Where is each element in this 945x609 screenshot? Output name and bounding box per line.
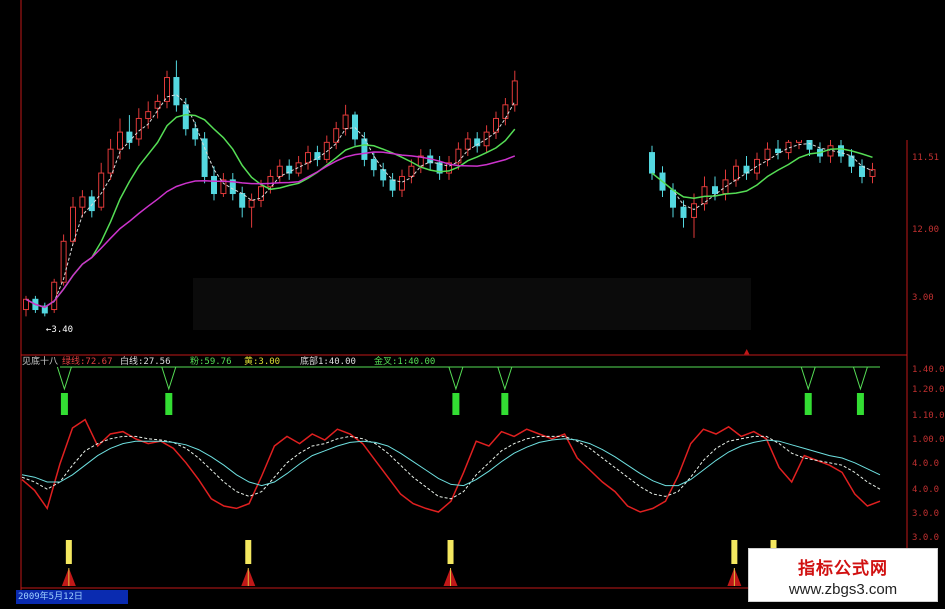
price-candle-body xyxy=(107,148,114,174)
low-price-annotation: ←3.40 xyxy=(46,325,73,335)
price-candle-body xyxy=(192,128,199,140)
occluding-block-top-right xyxy=(535,0,945,140)
price-candle-body xyxy=(511,80,518,106)
price-candle-body xyxy=(276,165,283,177)
green-signal-bar xyxy=(501,393,509,415)
indicator-line xyxy=(21,435,881,500)
price-axis-label: 12.00 xyxy=(912,225,939,235)
indicator-header-item: 粉:59.76 xyxy=(190,355,232,367)
price-candle-body xyxy=(117,131,123,150)
price-candle-body xyxy=(305,152,311,164)
price-candle-right-body xyxy=(691,203,697,218)
price-candle-right-body xyxy=(754,158,760,174)
price-candle-right-body xyxy=(838,145,844,157)
price-candle-right-body xyxy=(649,152,655,174)
green-signal-dip xyxy=(852,366,868,391)
price-candle-body xyxy=(455,148,462,164)
price-candle-body xyxy=(370,158,377,171)
price-candle-body xyxy=(380,169,387,181)
price-candle-body xyxy=(239,193,246,208)
price-candle-body xyxy=(79,196,86,208)
green-signal-bar xyxy=(165,393,173,415)
yellow-signal-bar xyxy=(245,540,252,564)
price-axis-label: 3.00 xyxy=(912,293,934,303)
yellow-signal-bar xyxy=(447,540,454,564)
price-candle-body xyxy=(389,179,396,191)
watermark-logo: 指标公式网 www.zbgs3.com xyxy=(748,548,938,602)
indicator-axis-label: 3.0.0 xyxy=(912,533,939,543)
green-signal-bar xyxy=(856,393,864,415)
green-signal-bar xyxy=(60,393,68,415)
axis-cursor-mark: ▲ xyxy=(744,347,750,357)
price-candle-right-body xyxy=(859,165,865,177)
green-signal-bar xyxy=(804,393,812,415)
indicator-header-item: 白线:27.56 xyxy=(120,355,171,367)
price-candle-right-body xyxy=(712,186,718,195)
green-signal-dip xyxy=(800,366,816,391)
watermark-title: 指标公式网 xyxy=(798,559,888,579)
price-candle-right-body xyxy=(680,206,687,218)
green-signal-dip xyxy=(161,366,177,391)
indicator-line xyxy=(21,418,881,513)
indicator-axis-label: 1.00.0 xyxy=(912,435,945,445)
watermark-url: www.zbgs3.com xyxy=(788,581,898,598)
price-candle-body xyxy=(211,175,217,195)
price-candle-body xyxy=(464,138,471,150)
green-signal-dip xyxy=(497,366,513,391)
price-candle-body xyxy=(135,117,142,140)
chart-svg: ←3.40 11.51 12.00 3.00 见底十八 绿线:72.67 白线:27.56 粉… xyxy=(20,0,945,600)
price-candle-body xyxy=(145,111,152,119)
price-candle-body xyxy=(502,104,509,119)
price-candle-body xyxy=(60,240,67,283)
indicator-line xyxy=(21,438,881,487)
green-signal-dip xyxy=(56,366,72,391)
price-candle-body xyxy=(173,77,180,106)
price-candle-body xyxy=(70,206,76,242)
indicator-axis-label: 1.40.0 xyxy=(912,365,945,375)
chart-stage: ←3.40 11.51 12.00 3.00 见底十八 绿线:72.67 白线:27.56 粉… xyxy=(0,0,945,609)
price-candle-body xyxy=(164,77,170,102)
date-label: 2009年5月12日 xyxy=(16,590,128,604)
green-signal-bar xyxy=(452,393,460,415)
price-candle-body xyxy=(51,281,58,311)
indicator-axis-label: 1.10.0 xyxy=(912,411,945,421)
indicator-axis-label: 4.0.0 xyxy=(912,459,939,469)
indicator-header-item: 金叉:1:40.00 xyxy=(374,355,435,367)
yellow-signal-bar xyxy=(731,540,738,564)
indicator-axis-label: 3.0.0 xyxy=(912,509,939,519)
indicator-axis-label: 4.0.0 xyxy=(912,485,939,495)
price-candle-body xyxy=(399,175,405,191)
price-candle-body xyxy=(248,199,255,208)
price-axis-label: 11.51 xyxy=(912,153,939,163)
indicator-header-item: 黄:3.00 xyxy=(244,355,280,367)
indicator-axis-label: 1.20.0 xyxy=(912,385,945,395)
price-candle-right-body xyxy=(764,148,771,160)
price-candle-right-body xyxy=(733,165,739,181)
indicator-header-item: 见底十八 xyxy=(22,355,58,367)
price-candle-right-body xyxy=(775,148,781,154)
price-candle-body xyxy=(314,152,321,160)
price-candle-body xyxy=(408,165,415,177)
price-candle-body xyxy=(342,114,349,130)
occluding-block-middle xyxy=(193,278,751,330)
price-candle-body xyxy=(88,196,95,212)
indicator-header-item: 绿线:72.67 xyxy=(62,355,113,367)
price-candle-body xyxy=(352,114,358,140)
indicator-header-item: 底部1:40.00 xyxy=(300,355,356,367)
yellow-signal-bar xyxy=(65,540,72,564)
price-candle-body xyxy=(361,138,368,160)
green-signal-dip xyxy=(448,366,464,391)
